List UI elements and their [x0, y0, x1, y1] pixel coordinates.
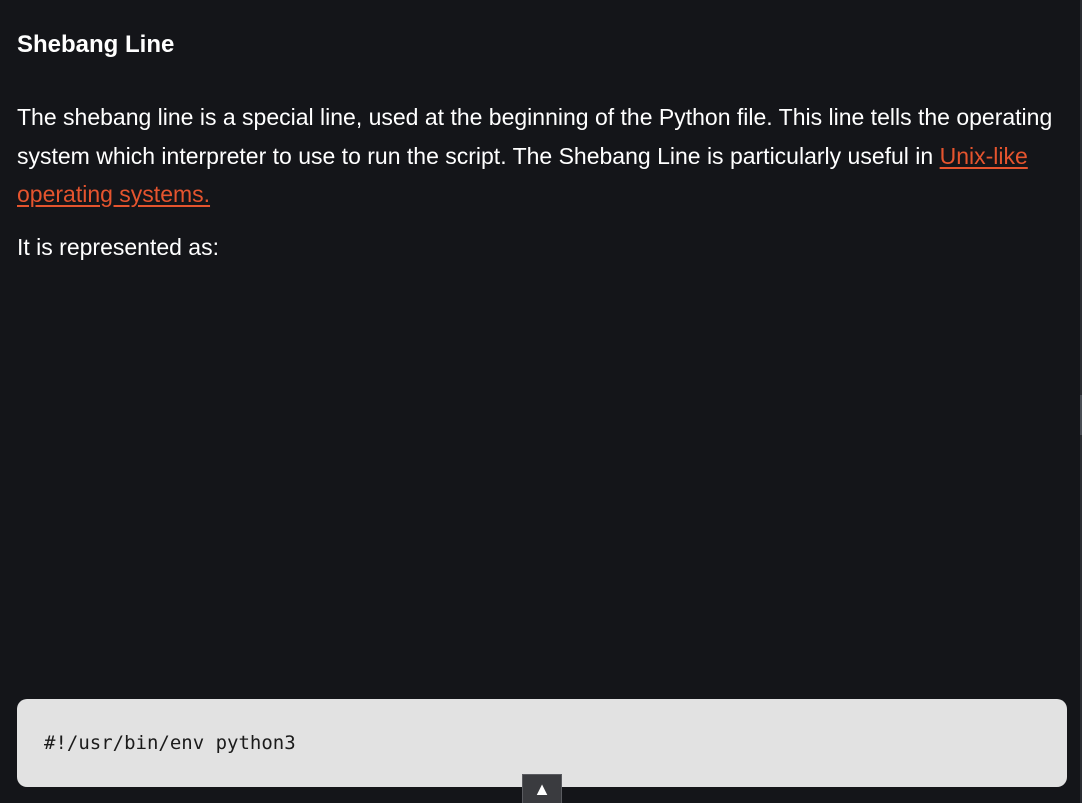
- shebang-description: The shebang line is a special line, used…: [17, 98, 1057, 214]
- shebang-description-text: The shebang line is a special line, used…: [17, 104, 1053, 169]
- representation-intro: It is represented as:: [17, 234, 219, 260]
- code-snippet: #!/usr/bin/env python3: [44, 732, 296, 754]
- scroll-to-top-button[interactable]: ▲: [522, 774, 562, 803]
- section-heading: Shebang Line: [17, 31, 175, 58]
- article-page: Shebang Line The shebang line is a speci…: [0, 0, 1082, 803]
- arrow-up-icon: ▲: [533, 778, 551, 799]
